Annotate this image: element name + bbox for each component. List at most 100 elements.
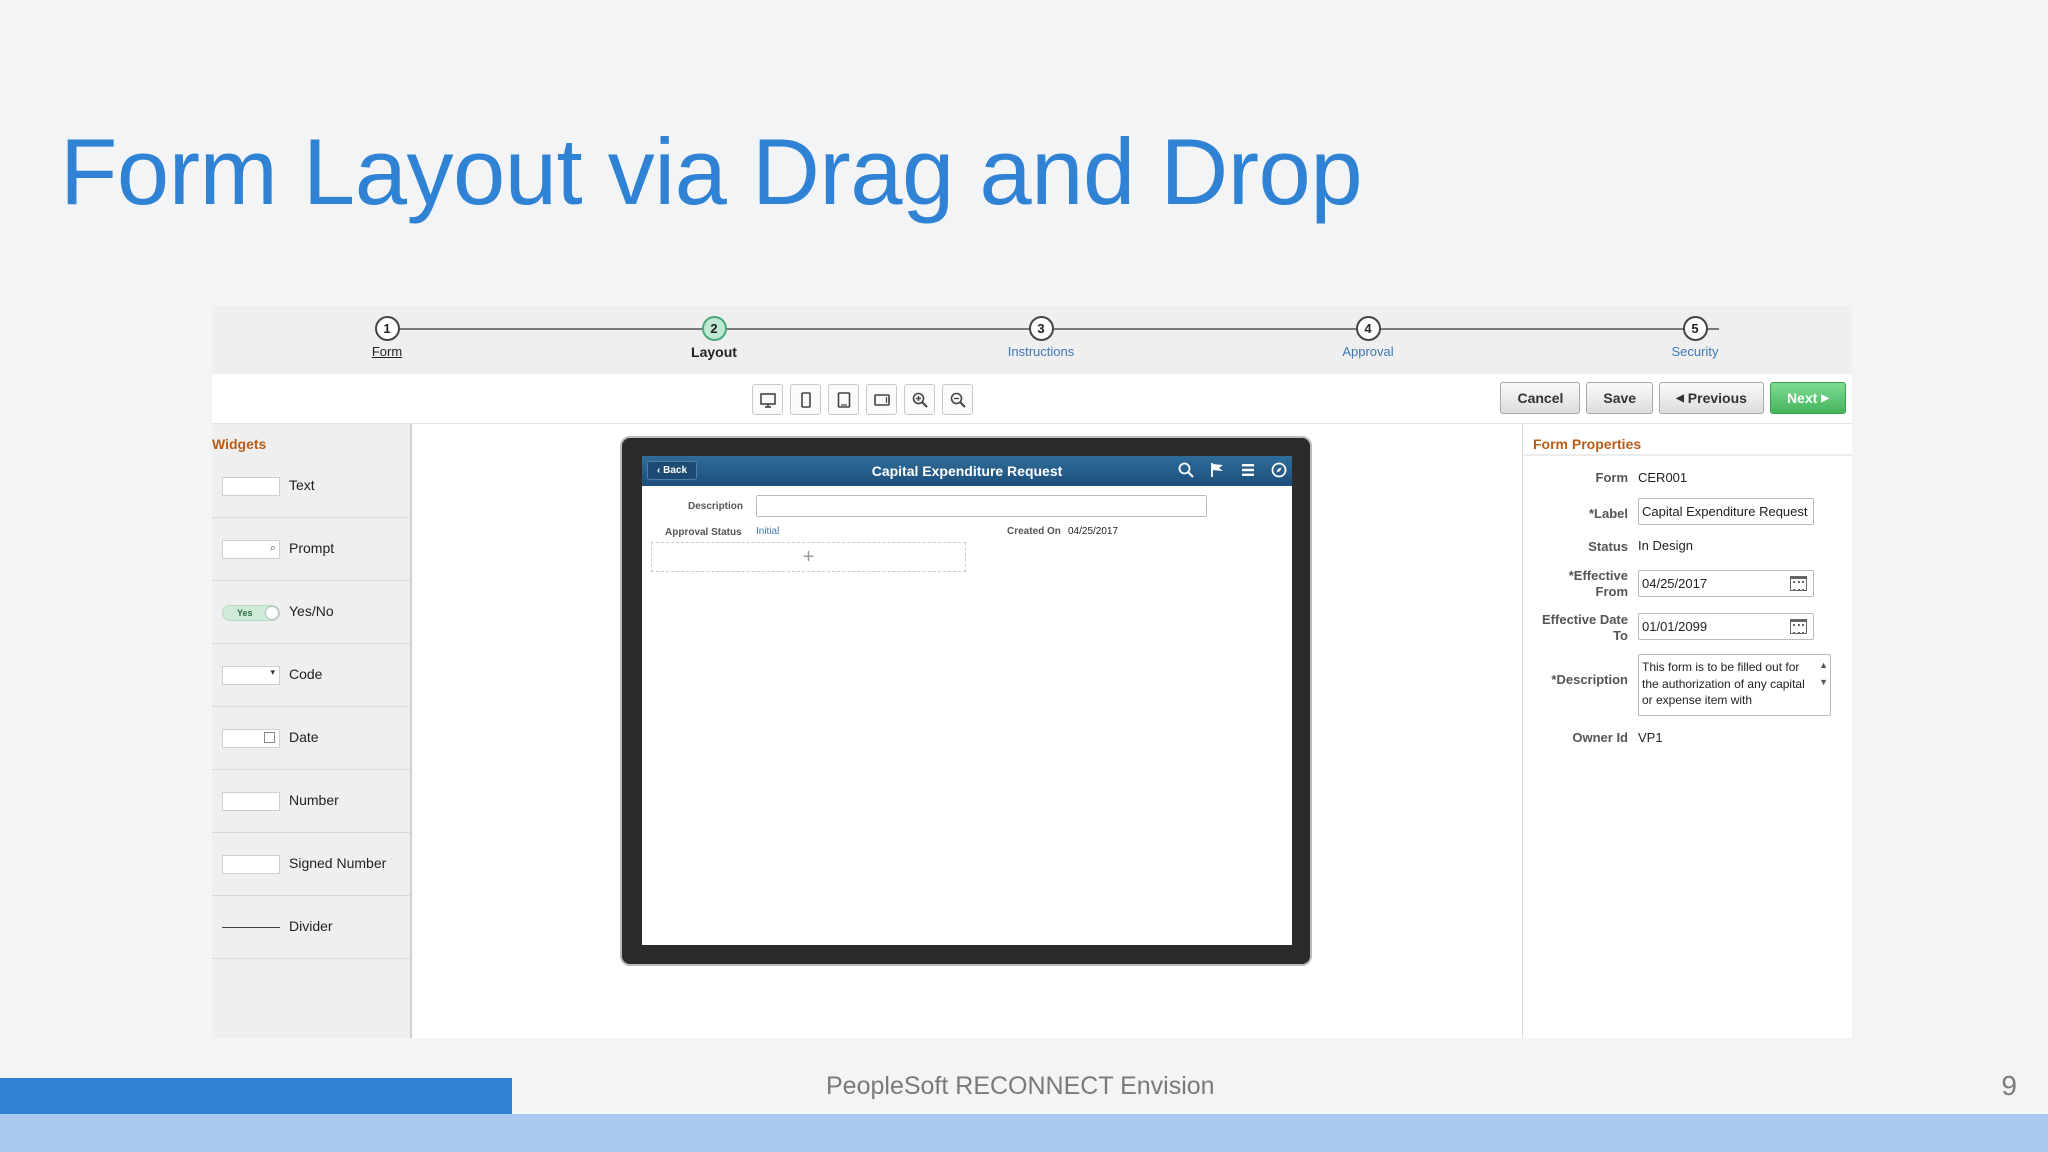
effective-to-input[interactable]: 01/01/2099 xyxy=(1638,613,1814,640)
previous-button-label: Previous xyxy=(1687,390,1747,406)
widget-label: Prompt xyxy=(289,540,335,556)
wizard-actions: Cancel Save ◀ Previous Next ▶ xyxy=(1500,382,1846,414)
step-label: Approval xyxy=(1342,344,1394,359)
zoom-out-icon[interactable] xyxy=(942,384,973,415)
chevron-right-icon: ▶ xyxy=(1821,392,1829,404)
slide-title: Form Layout via Drag and Drop xyxy=(60,119,1363,224)
chevron-left-icon: ◀ xyxy=(1676,392,1684,404)
widget-yes-no[interactable]: Yes Yes/No xyxy=(212,581,410,644)
widget-number[interactable]: Number xyxy=(212,770,410,833)
effective-from-label-line2: From xyxy=(1595,584,1629,599)
widget-label: Yes/No xyxy=(289,603,334,619)
step-number: 4 xyxy=(1355,316,1381,341)
form-label: Form xyxy=(1595,470,1629,485)
created-on-value: 04/25/2017 xyxy=(1068,526,1119,537)
step-approval[interactable]: 4 Approval xyxy=(1308,316,1428,359)
effective-from-value: 04/25/2017 xyxy=(1642,576,1708,591)
next-button[interactable]: Next ▶ xyxy=(1769,382,1846,414)
footer-text: PeopleSoft RECONNECT Envision xyxy=(826,1072,1215,1100)
effective-from-label: *Effective From xyxy=(1518,568,1628,600)
step-number: 5 xyxy=(1682,316,1708,341)
cancel-button[interactable]: Cancel xyxy=(1500,382,1581,414)
widget-label: Code xyxy=(289,666,323,682)
date-field-icon xyxy=(222,729,280,748)
caret-down-icon: ▾ xyxy=(270,667,275,677)
tablet-screen: ‹ Back Capital Expenditure Request Descr… xyxy=(642,456,1292,945)
calendar-icon[interactable] xyxy=(1790,619,1807,634)
save-button[interactable]: Save xyxy=(1586,382,1654,414)
desktop-icon[interactable] xyxy=(752,384,783,415)
step-instructions[interactable]: 3 Instructions xyxy=(981,316,1101,359)
owner-id-value: VP1 xyxy=(1638,730,1663,745)
divider-icon xyxy=(222,927,280,928)
page-number: 9 xyxy=(2001,1070,2017,1101)
widget-prompt[interactable]: ⌕ Prompt xyxy=(212,518,410,581)
compass-icon[interactable] xyxy=(1270,461,1288,479)
drop-zone[interactable]: + xyxy=(651,542,966,572)
effective-to-label-line1: Effective Date xyxy=(1542,612,1628,627)
scroll-arrows-icon[interactable]: ▲ ▼ xyxy=(1819,657,1828,691)
step-label: Form xyxy=(371,344,403,359)
tablet-portrait-icon[interactable] xyxy=(828,384,859,415)
number-field-icon xyxy=(222,792,280,811)
text-field-icon xyxy=(222,477,280,496)
description-value: This form is to be filled out for the au… xyxy=(1642,660,1805,707)
step-number: 3 xyxy=(1028,316,1054,341)
designer-toolbar: Cancel Save ◀ Previous Next ▶ xyxy=(212,374,1852,424)
footer-bar xyxy=(0,1114,2048,1152)
menu-icon[interactable] xyxy=(1239,461,1257,479)
step-form[interactable]: 1 Form xyxy=(327,316,447,359)
phone-portrait-icon[interactable] xyxy=(790,384,821,415)
approval-status-link[interactable]: Initial xyxy=(756,526,779,537)
dropdown-field-icon: ▾ xyxy=(222,666,280,685)
wizard-stepper: 1 Form 2 Layout 3 Instructions 4 Approva… xyxy=(212,306,1852,374)
widget-text[interactable]: Text xyxy=(212,455,410,518)
widget-label: Number xyxy=(289,792,339,808)
flag-icon[interactable] xyxy=(1208,461,1226,479)
step-number: 1 xyxy=(374,316,400,341)
effective-to-label-line2: To xyxy=(1613,628,1628,643)
effective-to-value: 01/01/2099 xyxy=(1642,619,1708,634)
toggle-knob xyxy=(265,606,279,620)
label-input[interactable]: Capital Expenditure Request xyxy=(1638,498,1814,525)
widget-divider[interactable]: Divider xyxy=(212,896,410,959)
preview-header-bar: ‹ Back Capital Expenditure Request xyxy=(642,456,1292,486)
tablet-landscape-icon[interactable] xyxy=(866,384,897,415)
step-label: Security xyxy=(1671,344,1719,359)
description-textarea[interactable]: This form is to be filled out for the au… xyxy=(1638,654,1831,716)
toggle-text: Yes xyxy=(237,608,253,618)
description-label: Description xyxy=(688,501,744,512)
previous-button[interactable]: ◀ Previous xyxy=(1659,382,1764,414)
form-designer-screenshot: 1 Form 2 Layout 3 Instructions 4 Approva… xyxy=(212,306,1852,1038)
effective-from-input[interactable]: 04/25/2017 xyxy=(1638,570,1814,597)
step-security[interactable]: 5 Security xyxy=(1635,316,1755,359)
signed-number-field-icon xyxy=(222,855,280,874)
form-properties-panel: Form Properties Form CER001 *Label Capit… xyxy=(1522,424,1852,1038)
widget-label: Signed Number xyxy=(289,855,387,871)
widgets-palette: Widgets Text ⌕ Prompt Yes Yes/No ▾ Code … xyxy=(212,424,412,1038)
widget-label: Date xyxy=(289,729,319,745)
owner-id-label: Owner Id xyxy=(1572,730,1628,745)
preview-header-icons xyxy=(1177,461,1288,479)
effective-to-label: Effective Date To xyxy=(1518,612,1628,644)
add-field-icon: + xyxy=(802,546,815,568)
created-on-label: Created On xyxy=(1007,526,1061,537)
widget-date[interactable]: Date xyxy=(212,707,410,770)
preview-device-toolbar xyxy=(752,384,973,415)
widget-code[interactable]: ▾ Code xyxy=(212,644,410,707)
step-layout[interactable]: 2 Layout xyxy=(654,316,774,360)
step-number: 2 xyxy=(701,316,727,341)
step-label: Instructions xyxy=(1007,344,1075,359)
step-label: Layout xyxy=(691,344,737,360)
divider xyxy=(1523,454,1852,456)
widget-signed-number[interactable]: Signed Number xyxy=(212,833,410,896)
calendar-icon[interactable] xyxy=(1790,576,1807,591)
widget-label: Text xyxy=(289,477,315,493)
prompt-field-icon: ⌕ xyxy=(222,540,280,559)
label-field-label: *Label xyxy=(1588,506,1628,521)
search-icon[interactable] xyxy=(1177,461,1195,479)
description-input[interactable] xyxy=(756,495,1207,517)
search-icon: ⌕ xyxy=(269,542,276,554)
zoom-in-icon[interactable] xyxy=(904,384,935,415)
status-value: In Design xyxy=(1638,538,1693,553)
